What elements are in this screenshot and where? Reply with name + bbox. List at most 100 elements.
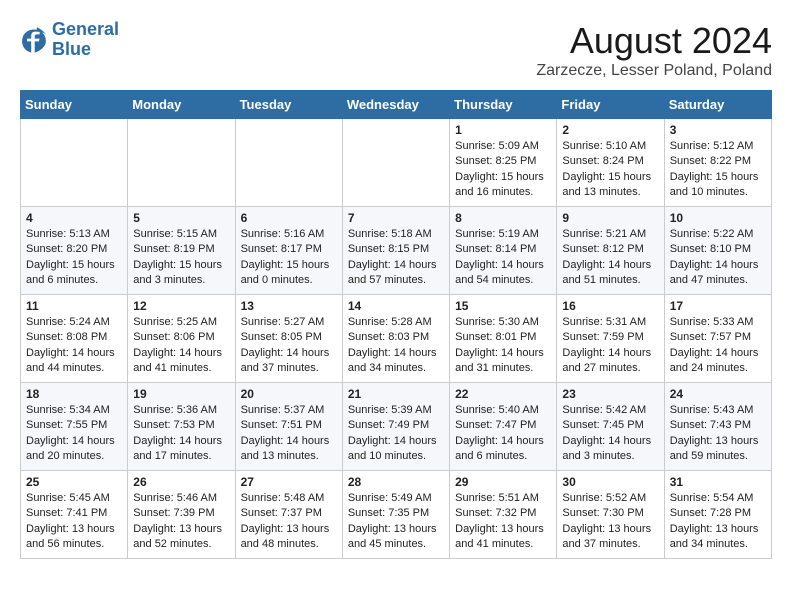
sun-time: Sunset: 7:43 PM [670, 418, 766, 433]
daylight-hours-label: Daylight: 14 hours [241, 434, 337, 449]
day-number: 5 [133, 211, 229, 225]
day-number: 20 [241, 387, 337, 401]
daylight-hours-label: Daylight: 15 hours [133, 258, 229, 273]
sun-time: Sunset: 8:20 PM [26, 242, 122, 257]
sun-time: and 37 minutes. [241, 361, 337, 376]
sun-time: Sunrise: 5:15 AM [133, 227, 229, 242]
calendar-cell: 13Sunrise: 5:27 AMSunset: 8:05 PMDayligh… [235, 295, 342, 383]
sun-time: and 3 minutes. [562, 449, 658, 464]
calendar-cell: 3Sunrise: 5:12 AMSunset: 8:22 PMDaylight… [664, 119, 771, 207]
weekday-header-wednesday: Wednesday [342, 91, 449, 119]
sun-time: Sunset: 7:45 PM [562, 418, 658, 433]
daylight-hours-label: Daylight: 15 hours [241, 258, 337, 273]
location: Zarzecze, Lesser Poland, Poland [536, 62, 772, 80]
day-number: 3 [670, 123, 766, 137]
calendar-cell: 10Sunrise: 5:22 AMSunset: 8:10 PMDayligh… [664, 207, 771, 295]
weekday-header-row: SundayMondayTuesdayWednesdayThursdayFrid… [21, 91, 772, 119]
day-number: 30 [562, 475, 658, 489]
day-number: 7 [348, 211, 444, 225]
calendar-cell: 28Sunrise: 5:49 AMSunset: 7:35 PMDayligh… [342, 471, 449, 559]
sun-time: Sunset: 7:37 PM [241, 506, 337, 521]
logo: General Blue [20, 20, 119, 60]
sun-time: Sunrise: 5:33 AM [670, 315, 766, 330]
sun-time: Sunrise: 5:13 AM [26, 227, 122, 242]
sun-time: and 24 minutes. [670, 361, 766, 376]
calendar-table: SundayMondayTuesdayWednesdayThursdayFrid… [20, 90, 772, 559]
daylight-hours-label: Daylight: 14 hours [455, 434, 551, 449]
sun-time: Sunrise: 5:39 AM [348, 403, 444, 418]
sun-time: Sunset: 8:06 PM [133, 330, 229, 345]
calendar-cell: 7Sunrise: 5:18 AMSunset: 8:15 PMDaylight… [342, 207, 449, 295]
sun-time: Sunrise: 5:48 AM [241, 491, 337, 506]
daylight-hours-label: Daylight: 13 hours [133, 522, 229, 537]
sun-time: Sunrise: 5:46 AM [133, 491, 229, 506]
daylight-hours-label: Daylight: 14 hours [670, 258, 766, 273]
logo-line1: General [52, 19, 119, 39]
weekday-header-monday: Monday [128, 91, 235, 119]
sun-time: and 0 minutes. [241, 273, 337, 288]
daylight-hours-label: Daylight: 14 hours [562, 434, 658, 449]
sun-time: Sunrise: 5:42 AM [562, 403, 658, 418]
logo-icon [20, 26, 48, 54]
logo-line2: Blue [52, 39, 91, 59]
sun-time: and 51 minutes. [562, 273, 658, 288]
sun-time: Sunset: 8:14 PM [455, 242, 551, 257]
calendar-cell: 26Sunrise: 5:46 AMSunset: 7:39 PMDayligh… [128, 471, 235, 559]
calendar-cell: 22Sunrise: 5:40 AMSunset: 7:47 PMDayligh… [450, 383, 557, 471]
sun-time: Sunset: 7:51 PM [241, 418, 337, 433]
day-number: 6 [241, 211, 337, 225]
sun-time: and 31 minutes. [455, 361, 551, 376]
calendar-cell: 29Sunrise: 5:51 AMSunset: 7:32 PMDayligh… [450, 471, 557, 559]
sun-time: Sunset: 8:15 PM [348, 242, 444, 257]
sun-time: Sunrise: 5:12 AM [670, 139, 766, 154]
sun-time: Sunrise: 5:27 AM [241, 315, 337, 330]
daylight-hours-label: Daylight: 14 hours [670, 346, 766, 361]
day-number: 11 [26, 299, 122, 313]
calendar-cell: 20Sunrise: 5:37 AMSunset: 7:51 PMDayligh… [235, 383, 342, 471]
sun-time: Sunset: 8:17 PM [241, 242, 337, 257]
calendar-cell: 1Sunrise: 5:09 AMSunset: 8:25 PMDaylight… [450, 119, 557, 207]
sun-time: Sunset: 7:55 PM [26, 418, 122, 433]
day-number: 21 [348, 387, 444, 401]
sun-time: and 17 minutes. [133, 449, 229, 464]
calendar-cell: 15Sunrise: 5:30 AMSunset: 8:01 PMDayligh… [450, 295, 557, 383]
day-number: 15 [455, 299, 551, 313]
calendar-cell: 31Sunrise: 5:54 AMSunset: 7:28 PMDayligh… [664, 471, 771, 559]
page-header: General Blue August 2024 Zarzecze, Lesse… [20, 20, 772, 80]
day-number: 9 [562, 211, 658, 225]
calendar-cell: 8Sunrise: 5:19 AMSunset: 8:14 PMDaylight… [450, 207, 557, 295]
calendar-week-row: 11Sunrise: 5:24 AMSunset: 8:08 PMDayligh… [21, 295, 772, 383]
calendar-cell: 4Sunrise: 5:13 AMSunset: 8:20 PMDaylight… [21, 207, 128, 295]
day-number: 8 [455, 211, 551, 225]
sun-time: Sunrise: 5:43 AM [670, 403, 766, 418]
sun-time: and 48 minutes. [241, 537, 337, 552]
sun-time: Sunset: 7:49 PM [348, 418, 444, 433]
title-block: August 2024 Zarzecze, Lesser Poland, Pol… [536, 20, 772, 80]
sun-time: and 3 minutes. [133, 273, 229, 288]
sun-time: Sunrise: 5:09 AM [455, 139, 551, 154]
month-year: August 2024 [536, 20, 772, 62]
daylight-hours-label: Daylight: 14 hours [348, 434, 444, 449]
day-number: 23 [562, 387, 658, 401]
sun-time: Sunset: 8:22 PM [670, 154, 766, 169]
sun-time: Sunrise: 5:45 AM [26, 491, 122, 506]
calendar-cell [342, 119, 449, 207]
sun-time: and 6 minutes. [26, 273, 122, 288]
sun-time: and 37 minutes. [562, 537, 658, 552]
sun-time: and 34 minutes. [348, 361, 444, 376]
calendar-week-row: 18Sunrise: 5:34 AMSunset: 7:55 PMDayligh… [21, 383, 772, 471]
day-number: 22 [455, 387, 551, 401]
day-number: 19 [133, 387, 229, 401]
daylight-hours-label: Daylight: 15 hours [562, 170, 658, 185]
daylight-hours-label: Daylight: 13 hours [670, 434, 766, 449]
sun-time: Sunrise: 5:18 AM [348, 227, 444, 242]
day-number: 25 [26, 475, 122, 489]
daylight-hours-label: Daylight: 15 hours [455, 170, 551, 185]
daylight-hours-label: Daylight: 14 hours [562, 258, 658, 273]
sun-time: Sunrise: 5:10 AM [562, 139, 658, 154]
calendar-cell: 19Sunrise: 5:36 AMSunset: 7:53 PMDayligh… [128, 383, 235, 471]
sun-time: Sunrise: 5:16 AM [241, 227, 337, 242]
sun-time: Sunset: 7:57 PM [670, 330, 766, 345]
calendar-cell: 5Sunrise: 5:15 AMSunset: 8:19 PMDaylight… [128, 207, 235, 295]
sun-time: and 54 minutes. [455, 273, 551, 288]
